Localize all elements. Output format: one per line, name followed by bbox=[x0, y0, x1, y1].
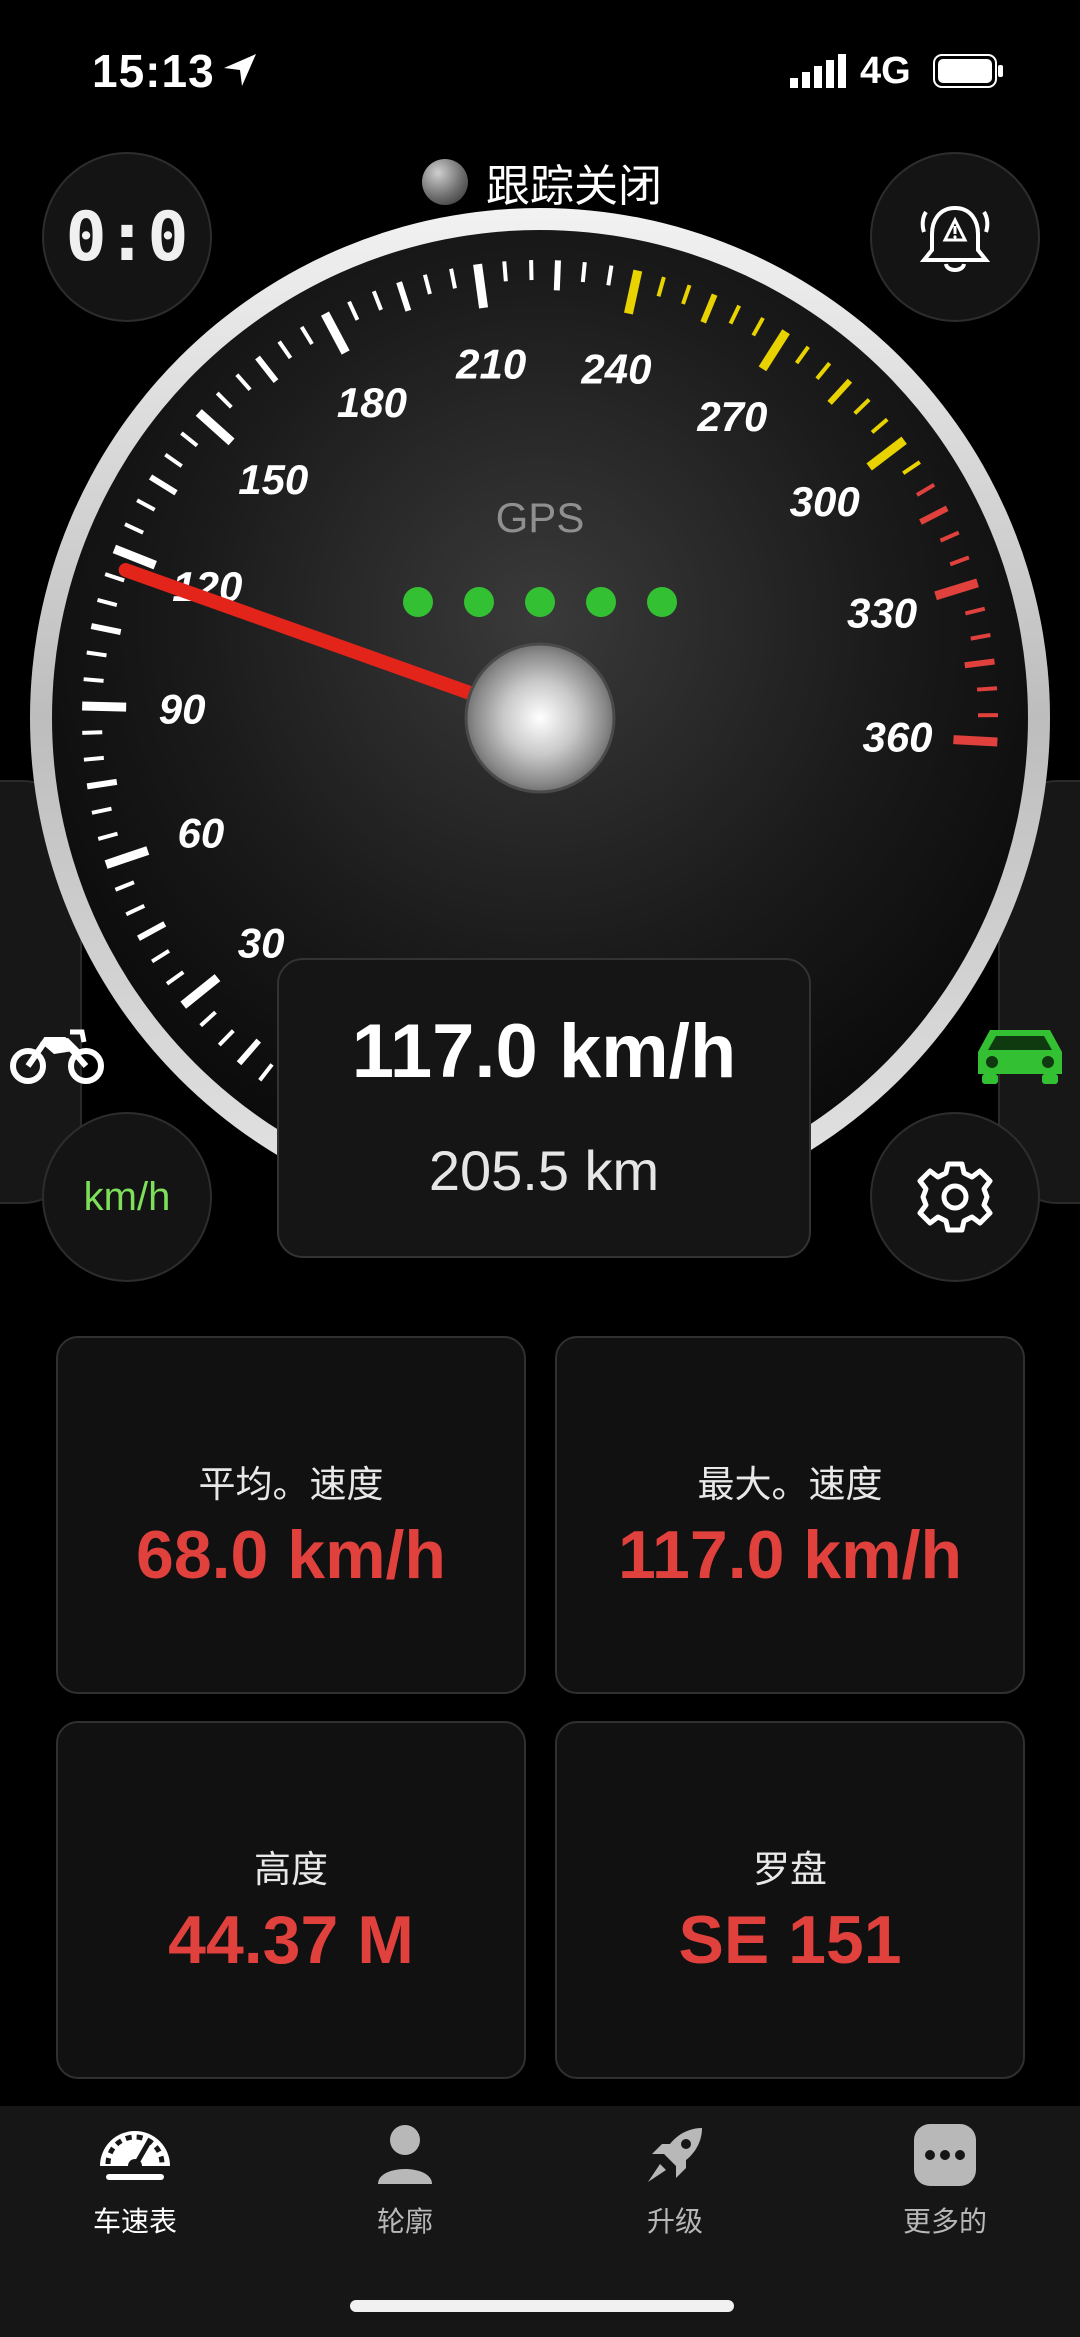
max-speed-card: 最大。速度 117.0 km/h bbox=[555, 1336, 1025, 1694]
signal-bars-icon bbox=[790, 54, 846, 88]
gauge-tick bbox=[976, 686, 998, 692]
car-mode-button[interactable] bbox=[970, 1018, 1070, 1093]
motorcycle-mode-button[interactable] bbox=[10, 1018, 104, 1093]
gauge-tick bbox=[964, 658, 995, 669]
car-icon bbox=[978, 1030, 1062, 1084]
gps-signal-dot bbox=[525, 587, 555, 617]
gps-signal-dot bbox=[647, 587, 677, 617]
card-value: SE 151 bbox=[678, 1902, 902, 1978]
gear-icon bbox=[917, 1161, 993, 1233]
gauge-tick bbox=[553, 260, 561, 291]
tab-label: 轮廓 bbox=[376, 2206, 433, 2237]
speed-alarm-button[interactable] bbox=[870, 152, 1040, 322]
speed-readout: 117.0 km/h 205.5 km bbox=[277, 958, 811, 1258]
home-indicator bbox=[350, 2300, 734, 2312]
gauge-tick-label: 240 bbox=[580, 345, 651, 392]
current-speed: 117.0 km/h bbox=[351, 1009, 737, 1094]
gps-label: GPS bbox=[496, 494, 585, 541]
gauge-tick-label: 330 bbox=[847, 589, 917, 636]
tracker-label: 跟踪关闭 bbox=[486, 162, 662, 211]
gauge-tick-label: 360 bbox=[862, 714, 932, 761]
gps-signal-dot bbox=[586, 587, 616, 617]
speedometer-icon bbox=[100, 2131, 170, 2180]
tab-more[interactable]: 更多的 bbox=[845, 2120, 1045, 2240]
gauge-tick-label: 300 bbox=[790, 478, 860, 525]
needle-hub bbox=[464, 642, 616, 794]
card-label: 高度 bbox=[254, 1849, 328, 1890]
card-label: 罗盘 bbox=[753, 1849, 827, 1890]
bell-alert-icon bbox=[919, 205, 991, 272]
trip-counter-button[interactable]: 0:0 bbox=[42, 152, 212, 322]
card-value: 117.0 km/h bbox=[617, 1517, 963, 1593]
altitude-card: 高度 44.37 M bbox=[56, 1721, 526, 2079]
tab-label: 更多的 bbox=[902, 2206, 987, 2237]
average-speed-card: 平均。速度 68.0 km/h bbox=[56, 1336, 526, 1694]
settings-button[interactable] bbox=[870, 1112, 1040, 1282]
unit-label: km/h bbox=[83, 1174, 171, 1219]
tab-profile[interactable]: 轮廓 bbox=[305, 2120, 505, 2240]
gauge-tick-label: 60 bbox=[177, 810, 224, 857]
profile-icon bbox=[378, 2125, 432, 2184]
card-value: 68.0 km/h bbox=[136, 1517, 446, 1593]
tracker-status-dot bbox=[422, 159, 468, 205]
card-label: 最大。速度 bbox=[697, 1464, 883, 1505]
card-label: 平均。速度 bbox=[198, 1464, 384, 1505]
gauge-tick-label: 30 bbox=[238, 919, 285, 966]
tab-upgrade[interactable]: 升级 bbox=[575, 2120, 775, 2240]
gps-signal-dot bbox=[464, 587, 494, 617]
trip-distance: 205.5 km bbox=[428, 1139, 660, 1202]
gauge-tick bbox=[83, 755, 105, 762]
gps-signal-dot bbox=[403, 587, 433, 617]
gauge-tick-label: 210 bbox=[455, 340, 526, 387]
network-type: 4G bbox=[860, 50, 911, 92]
card-value: 44.37 M bbox=[168, 1902, 414, 1978]
tracker-toggle[interactable]: 跟踪关闭 bbox=[422, 150, 662, 214]
status-time: 15:13 bbox=[92, 45, 215, 97]
location-arrow-icon bbox=[224, 54, 256, 86]
compass-card: 罗盘 SE 151 bbox=[555, 1721, 1025, 2079]
gauge-tick bbox=[953, 735, 998, 747]
gauge-tick-label: 270 bbox=[696, 393, 767, 440]
gauge-tick-label: 90 bbox=[159, 686, 206, 733]
gauge-tick bbox=[502, 261, 508, 282]
unit-toggle-button[interactable]: km/h bbox=[42, 1112, 212, 1282]
tab-label: 车速表 bbox=[92, 2206, 177, 2237]
gauge-tick-label: 180 bbox=[337, 379, 407, 426]
gauge-tick bbox=[82, 730, 103, 735]
motorcycle-icon bbox=[10, 1029, 104, 1084]
gauge-tick bbox=[86, 650, 107, 658]
battery-icon bbox=[933, 54, 1003, 88]
gauge-tick bbox=[473, 263, 489, 309]
gauge-tick bbox=[82, 701, 127, 712]
tab-label: 升级 bbox=[646, 2206, 703, 2237]
rocket-icon bbox=[648, 2128, 702, 2182]
tab-speedometer[interactable]: 车速表 bbox=[35, 2120, 235, 2240]
trip-counter-text: 0:0 bbox=[65, 197, 189, 277]
gauge-tick bbox=[83, 677, 104, 683]
gauge-tick-label: 150 bbox=[238, 456, 308, 503]
more-icon bbox=[914, 2124, 976, 2186]
gauge-tick bbox=[580, 261, 587, 283]
status-bar: 15:13 4G bbox=[0, 0, 1080, 130]
